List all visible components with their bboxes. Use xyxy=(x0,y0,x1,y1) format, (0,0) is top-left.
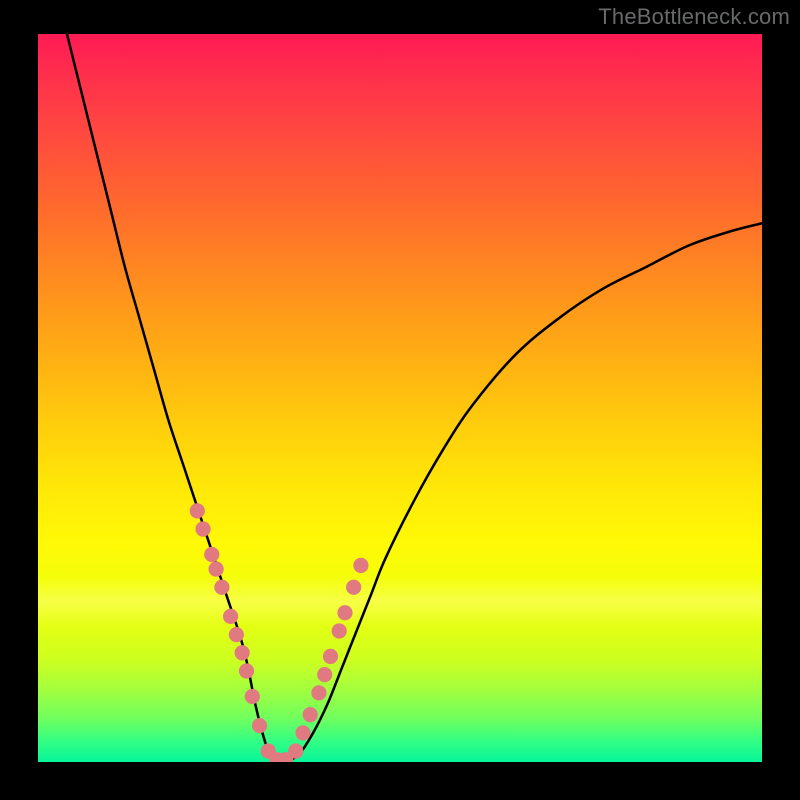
dot-marker xyxy=(239,663,254,678)
plot-area xyxy=(38,34,762,762)
dot-marker xyxy=(204,547,219,562)
chart-frame: TheBottleneck.com xyxy=(0,0,800,800)
dot-marker xyxy=(195,521,210,536)
dot-marker xyxy=(223,609,238,624)
dot-marker xyxy=(252,718,267,733)
dot-marker xyxy=(311,685,326,700)
dot-marker xyxy=(288,743,303,758)
dot-marker xyxy=(235,645,250,660)
bottleneck-curve xyxy=(67,34,762,762)
dot-marker xyxy=(353,558,368,573)
dot-marker xyxy=(332,623,347,638)
dot-marker xyxy=(303,707,318,722)
dot-marker xyxy=(245,689,260,704)
dot-marker xyxy=(209,561,224,576)
dot-marker xyxy=(317,667,332,682)
dot-marker xyxy=(295,725,310,740)
dot-markers xyxy=(190,503,369,762)
dot-marker xyxy=(214,580,229,595)
dot-marker xyxy=(323,649,338,664)
dot-marker xyxy=(346,580,361,595)
dot-marker xyxy=(190,503,205,518)
dot-marker xyxy=(337,605,352,620)
watermark-text: TheBottleneck.com xyxy=(598,4,790,30)
dot-marker xyxy=(229,627,244,642)
chart-svg xyxy=(38,34,762,762)
